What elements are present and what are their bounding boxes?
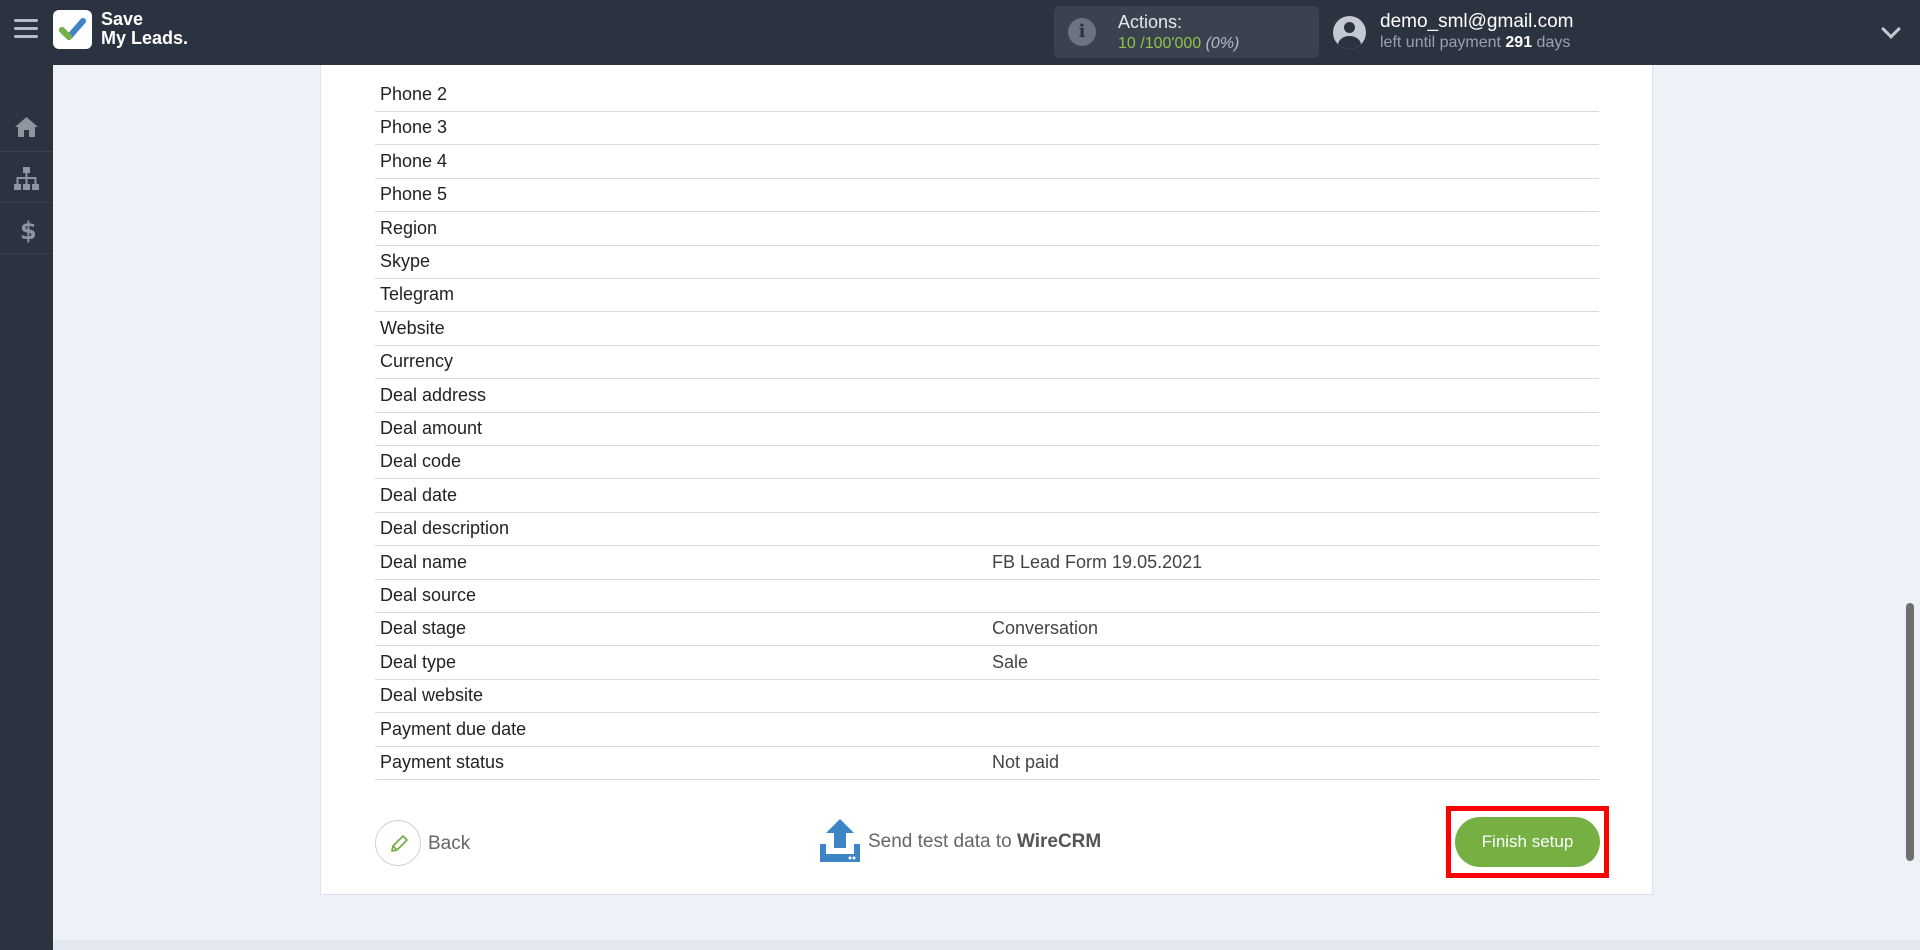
- table-row: Deal date: [375, 480, 1599, 513]
- field-name: Deal name: [380, 551, 468, 572]
- table-row: Deal stage Conversation: [375, 613, 1599, 647]
- dollar-icon: $: [20, 217, 37, 243]
- sidebar: $: [0, 65, 53, 950]
- pencil-icon: [391, 835, 408, 852]
- field-name: Deal code: [380, 451, 462, 472]
- field-name: Skype: [380, 251, 431, 271]
- field-name: Payment due date: [380, 718, 527, 739]
- actions-percent: (0%): [1201, 35, 1240, 52]
- table-row: Deal website: [375, 680, 1599, 714]
- send-test-target: WireCRM: [1016, 831, 1102, 852]
- table-row: Deal address: [375, 380, 1599, 413]
- info-icon[interactable]: i: [1068, 18, 1096, 46]
- table-row: Currency: [375, 346, 1599, 380]
- actions-counter: i Actions: 10 /100'000 (0%): [1054, 6, 1319, 58]
- field-mapping-card: Phone 2 Phone 3 Phone 4 Phone 5 Region Skype T…: [320, 65, 1653, 895]
- back-circle: [375, 820, 421, 866]
- field-name: Deal type: [380, 651, 457, 672]
- field-name: Region: [380, 217, 438, 238]
- table-row: Deal name FB Lead Form 19.05.2021: [375, 547, 1599, 580]
- field-name: Deal source: [380, 585, 477, 605]
- table-row: Payment due date: [375, 714, 1599, 747]
- payment-days: 291: [1505, 34, 1533, 51]
- actions-limit: 100'000: [1144, 35, 1202, 52]
- table-row: Payment status Not paid: [375, 747, 1599, 780]
- payment-prefix: left until payment: [1380, 34, 1506, 51]
- scrollbar-thumb[interactable]: [1906, 603, 1914, 861]
- logo-line-1: Save: [101, 9, 144, 29]
- chevron-down-icon[interactable]: [1881, 19, 1901, 39]
- user-email[interactable]: demo_sml@gmail.com: [1380, 11, 1574, 33]
- user-circle-icon[interactable]: [1333, 16, 1366, 49]
- field-name: Deal date: [380, 484, 458, 505]
- send-test-data-button[interactable]: Send test data to WireCRM: [818, 818, 1138, 868]
- logo-line-2: My Leads.: [101, 28, 189, 48]
- field-value: Conversation: [992, 618, 1099, 639]
- field-name: Deal amount: [380, 418, 483, 438]
- sidebar-item-billing[interactable]: $: [0, 204, 53, 254]
- table-row: Phone 2: [375, 79, 1599, 112]
- actions-used: 10: [1118, 35, 1136, 52]
- table-row: Deal amount: [375, 413, 1599, 446]
- table-row: Region: [375, 213, 1599, 246]
- field-name: Phone 5: [380, 184, 448, 205]
- table-row: Deal description: [375, 513, 1599, 547]
- send-test-label: Send test data to WireCRM: [868, 831, 1101, 853]
- field-value: Sale: [992, 651, 1029, 672]
- logo-icon[interactable]: [53, 10, 92, 49]
- hamburger-icon[interactable]: [14, 19, 38, 43]
- table-row: Skype: [375, 246, 1599, 279]
- sidebar-item-home[interactable]: [0, 102, 53, 152]
- field-name: Phone 3: [380, 117, 448, 138]
- upload-icon: [820, 819, 860, 862]
- table-row: Phone 4: [375, 146, 1599, 179]
- home-icon: [15, 117, 38, 137]
- table-row: Deal source: [375, 580, 1599, 613]
- page-bottom-strip: [53, 940, 1920, 950]
- table-row: Phone 5: [375, 179, 1599, 213]
- payment-status-text: left until payment 291 days: [1380, 34, 1570, 52]
- field-name: Phone 4: [380, 150, 448, 171]
- field-name: Payment status: [380, 752, 505, 772]
- field-name: Website: [380, 317, 445, 338]
- table-row: Website: [375, 313, 1599, 346]
- send-test-prefix: Send test data to: [868, 831, 1017, 852]
- payment-suffix: days: [1532, 34, 1571, 51]
- top-bar: Save My Leads. i Actions: 10 /100'000 (0…: [0, 0, 1920, 65]
- field-value: Not paid: [992, 752, 1060, 772]
- actions-count: 10 /100'000 (0%): [1118, 35, 1239, 53]
- table-row: Deal code: [375, 446, 1599, 480]
- field-value: FB Lead Form 19.05.2021: [992, 551, 1203, 572]
- field-name: Deal description: [380, 518, 510, 539]
- table-row: Deal type Sale: [375, 647, 1599, 680]
- field-name: Deal website: [380, 685, 484, 706]
- actions-separator: /: [1135, 35, 1145, 52]
- table-row: Phone 3: [375, 112, 1599, 146]
- actions-label: Actions:: [1118, 12, 1183, 32]
- finish-setup-button[interactable]: Finish setup: [1455, 817, 1600, 867]
- table-row: Telegram: [375, 279, 1599, 313]
- sidebar-item-connections[interactable]: [0, 153, 53, 203]
- svg-text:$: $: [20, 217, 37, 243]
- field-name: Deal address: [380, 384, 487, 405]
- back-label: Back: [428, 833, 471, 854]
- field-name: Deal stage: [380, 618, 467, 639]
- field-name: Phone 2: [380, 84, 448, 104]
- field-name: Telegram: [380, 284, 455, 305]
- back-button[interactable]: Back: [375, 820, 485, 867]
- sitemap-icon: [14, 167, 39, 190]
- logo-text[interactable]: Save My Leads.: [101, 10, 188, 48]
- field-name: Currency: [380, 351, 454, 372]
